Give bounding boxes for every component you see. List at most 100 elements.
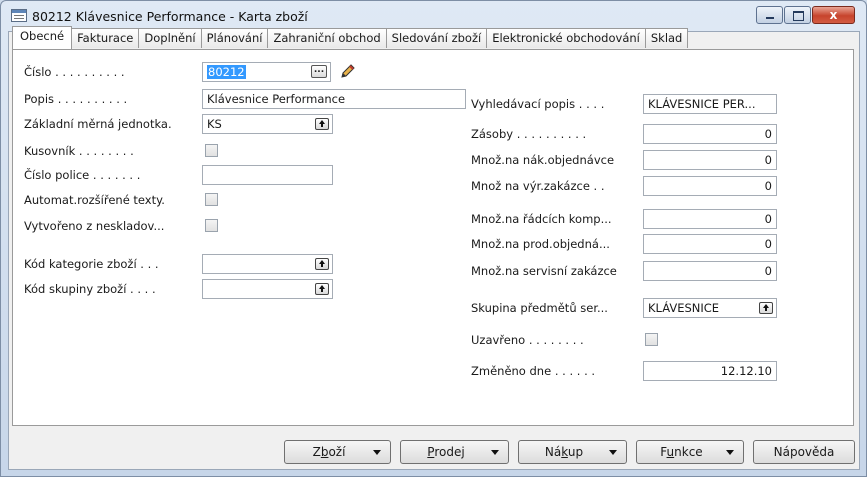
kusovnik-label: Kusovník . . . . . . . .	[24, 144, 134, 158]
servisni-label: Množ.na servisní zakázce	[471, 264, 617, 278]
row-popis: Popis . . . . . . . . . . Klávesnice Per…	[24, 89, 494, 109]
nak-label: Množ.na nák.objednávce	[471, 153, 615, 167]
dropdown-arrow-icon	[373, 450, 381, 455]
nakup-button[interactable]: Nákup	[518, 440, 627, 464]
popis-label: Popis . . . . . . . . . .	[24, 92, 128, 106]
skupina-label: Kód skupiny zboží . . . .	[24, 282, 156, 296]
row-nak: Množ.na nák.objednávce 0	[471, 150, 781, 170]
zasoby-label: Zásoby . . . . . . . . . .	[471, 127, 587, 141]
servisni-field[interactable]: 0	[643, 261, 777, 281]
row-police: Číslo police . . . . . . .	[24, 165, 384, 185]
skupina-field[interactable]	[202, 279, 333, 299]
automat-label: Automat.rozšířené texty.	[24, 193, 165, 207]
tab-fakturace[interactable]: Fakturace	[71, 28, 140, 48]
edit-pencil-icon[interactable]	[339, 62, 357, 80]
row-vyhledavaci: Vyhledávací popis . . . . KLÁVESNICE PER…	[471, 94, 781, 114]
police-label: Číslo police . . . . . . .	[24, 168, 141, 182]
jednotka-label: Základní měrná jednotka.	[24, 117, 172, 131]
minimize-button[interactable]	[756, 6, 783, 24]
window-controls: x	[755, 6, 855, 24]
row-zasoby: Zásoby . . . . . . . . . . 0	[471, 124, 781, 144]
row-skupina: Kód skupiny zboží . . . .	[24, 279, 384, 299]
row-servisni: Množ.na servisní zakázce 0	[471, 261, 781, 281]
app-icon	[11, 9, 27, 22]
jednotka-value: KS	[207, 117, 222, 131]
popis-field[interactable]: Klávesnice Performance	[202, 89, 466, 109]
skupina-serv-value: KLÁVESNICE	[648, 301, 720, 315]
vyhledavaci-field[interactable]: KLÁVESNICE PER...	[643, 94, 777, 114]
vyr-label: Množ na výr.zakázce . .	[471, 179, 605, 193]
dropdown-up-arrow-icon[interactable]	[315, 258, 329, 270]
radcich-label: Množ.na řádcích komp...	[471, 212, 612, 226]
dropdown-arrow-icon	[491, 450, 499, 455]
napoveda-button[interactable]: Nápověda	[753, 440, 855, 464]
radcich-field[interactable]: 0	[643, 209, 777, 229]
tab-elektronicke-obchodovani[interactable]: Elektronické obchodování	[486, 28, 646, 48]
funkce-label: Funkce	[660, 445, 703, 459]
nakup-label: Nákup	[544, 445, 584, 459]
minimize-icon	[766, 17, 774, 19]
dropdown-up-arrow-icon[interactable]	[759, 302, 773, 314]
cislo-field[interactable]: 80212 ...	[202, 62, 331, 82]
title-bar[interactable]: 80212 Klávesnice Performance - Karta zbo…	[1, 1, 866, 31]
window-title: 80212 Klávesnice Performance - Karta zbo…	[32, 9, 308, 24]
uzavreno-checkbox[interactable]	[645, 333, 658, 346]
row-vyr: Množ na výr.zakázce . . 0	[471, 176, 781, 196]
skupina-serv-field[interactable]: KLÁVESNICE	[643, 298, 777, 318]
zmeneno-field[interactable]: 12.12.10	[643, 361, 777, 381]
uzavreno-label: Uzavřeno . . . . . . . .	[471, 333, 584, 347]
dropdown-up-arrow-icon[interactable]	[315, 118, 329, 130]
row-kategorie: Kód kategorie zboží . . .	[24, 254, 384, 274]
zbozi-button[interactable]: Zboží	[284, 440, 391, 464]
kategorie-label: Kód kategorie zboží . . .	[24, 257, 159, 271]
prodej-label: Prodej	[427, 445, 465, 459]
jednotka-field[interactable]: KS	[202, 114, 333, 134]
close-icon: x	[829, 8, 838, 22]
maximize-button[interactable]	[784, 6, 811, 24]
police-field[interactable]	[202, 165, 333, 185]
lookup-ellipsis-icon[interactable]: ...	[311, 65, 327, 78]
general-tab-panel: Číslo . . . . . . . . . . 80212 ... Popi…	[12, 49, 854, 426]
dropdown-arrow-icon	[609, 450, 617, 455]
row-prod: Množ.na prod.objedná... 0	[471, 234, 781, 254]
kategorie-field[interactable]	[202, 254, 333, 274]
tab-planovani[interactable]: Plánování	[200, 28, 269, 48]
tab-sledovani-zbozi[interactable]: Sledování zboží	[385, 28, 488, 48]
tab-obecne[interactable]: Obecné	[12, 26, 73, 49]
row-automat: Automat.rozšířené texty.	[24, 190, 384, 210]
row-jednotka: Základní měrná jednotka. KS	[24, 114, 384, 134]
vyhledavaci-label: Vyhledávací popis . . . .	[471, 97, 605, 111]
row-skupina-serv: Skupina předmětů ser... KLÁVESNICE	[471, 298, 781, 318]
funkce-button[interactable]: Funkce	[636, 440, 744, 464]
maximize-icon	[793, 11, 804, 21]
dropdown-up-arrow-icon[interactable]	[315, 283, 329, 295]
row-uzavreno: Uzavřeno . . . . . . . .	[471, 330, 781, 350]
row-kusovnik: Kusovník . . . . . . . .	[24, 141, 384, 161]
row-radcich: Množ.na řádcích komp... 0	[471, 209, 781, 229]
vytvoreno-checkbox[interactable]	[205, 219, 218, 232]
cislo-label: Číslo . . . . . . . . . .	[24, 65, 125, 79]
row-zmeneno: Změněno dne . . . . . . 12.12.10	[471, 361, 781, 381]
close-button[interactable]: x	[812, 6, 855, 24]
prod-label: Množ.na prod.objedná...	[471, 237, 610, 251]
cislo-value: 80212	[207, 65, 246, 79]
kusovnik-checkbox[interactable]	[205, 144, 218, 157]
tab-sklad[interactable]: Sklad	[644, 28, 689, 48]
skupina-serv-label: Skupina předmětů ser...	[471, 301, 608, 315]
tab-strip: Obecné Fakturace Doplnění Plánování Zahr…	[12, 26, 689, 49]
prodej-button[interactable]: Prodej	[400, 440, 509, 464]
row-vytvoreno: Vytvořeno z neskladov...	[24, 216, 384, 236]
zasoby-field[interactable]: 0	[643, 124, 777, 144]
zmeneno-label: Změněno dne . . . . . .	[471, 364, 596, 378]
tab-doplneni[interactable]: Doplnění	[138, 28, 202, 48]
prod-field[interactable]: 0	[643, 234, 777, 254]
dropdown-arrow-icon	[726, 450, 734, 455]
nak-field[interactable]: 0	[643, 150, 777, 170]
automat-checkbox[interactable]	[205, 193, 218, 206]
napoveda-label: Nápověda	[773, 445, 835, 459]
tab-zahranicni-obchod[interactable]: Zahraniční obchod	[267, 28, 387, 48]
zbozi-label: Zboží	[312, 445, 346, 459]
item-card-window: 80212 Klávesnice Performance - Karta zbo…	[0, 0, 867, 477]
button-bar: Zboží Prodej Nákup Funkce Nápověda	[1, 433, 867, 464]
vyr-field[interactable]: 0	[643, 176, 777, 196]
